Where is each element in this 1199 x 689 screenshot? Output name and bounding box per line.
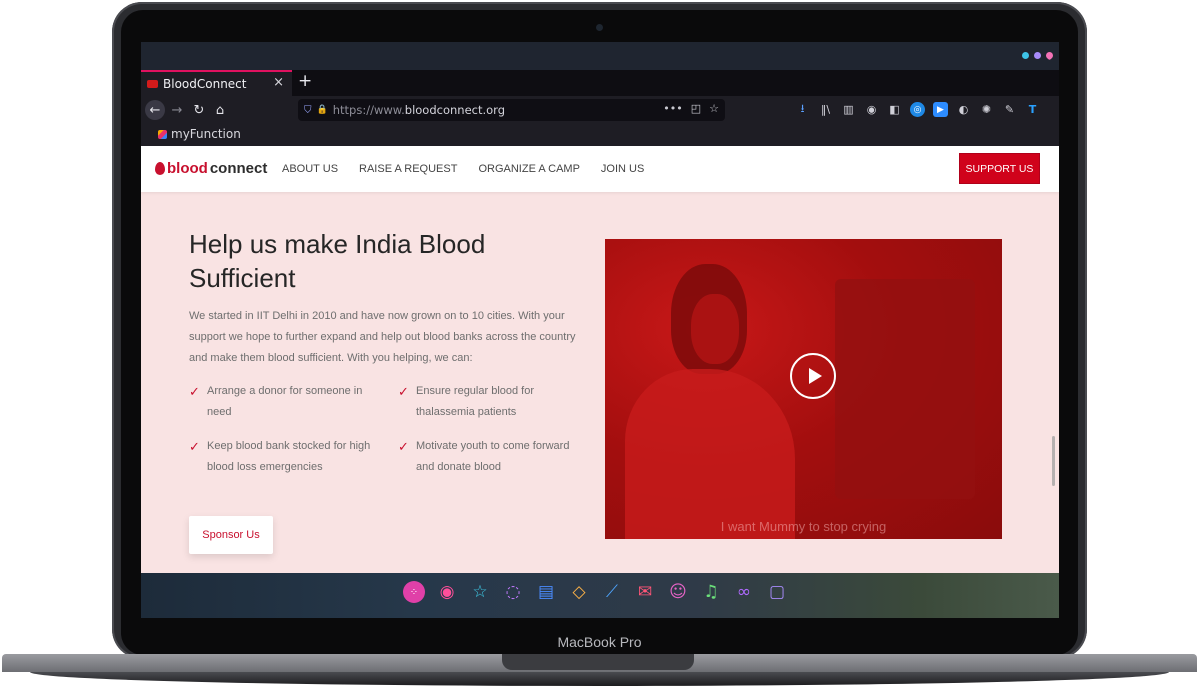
launcher-icon[interactable]: ⁘	[403, 581, 425, 603]
screen: BloodConnect × + ← → ↻ ⌂ ⛉ 🔒 https://www…	[141, 42, 1059, 618]
navigation-bar: ← → ↻ ⌂ ⛉ 🔒 https://www.bloodconnect.org…	[141, 96, 1059, 124]
bookmark-icon	[158, 129, 167, 139]
toolbar-icons: ⭳ ‖\ ▥ ◉ ◧ ◎ ▶ ◐ ✺ ✎ T ≡	[795, 102, 1059, 117]
library-icon[interactable]: ‖\	[818, 102, 833, 117]
extension-blue-icon[interactable]: ◎	[910, 102, 925, 117]
logo-part2: connect	[209, 160, 268, 177]
bookmark-label: myFunction	[171, 127, 241, 141]
feature-text: Keep blood bank stocked for high blood l…	[207, 440, 371, 473]
favicon-icon	[147, 80, 158, 88]
shield-icon[interactable]: ⛉	[304, 105, 312, 116]
addon-icon[interactable]: ✺	[979, 102, 994, 117]
chat-icon[interactable]: ◌	[502, 581, 524, 603]
check-icon: ✓	[189, 439, 200, 454]
website: blood connect ABOUT US RAISE A REQUEST OR…	[141, 146, 1059, 573]
sponsor-us-button[interactable]: Sponsor Us	[189, 516, 273, 554]
feature-text: Motivate youth to come forward and donat…	[416, 440, 570, 473]
zoom-icon[interactable]: ▶	[933, 102, 948, 117]
play-icon	[808, 368, 822, 384]
laptop: BloodConnect × + ← → ↻ ⌂ ⛉ 🔒 https://www…	[0, 0, 1199, 689]
dark-reader-icon[interactable]: ◐	[956, 102, 971, 117]
nav-link-join-us[interactable]: JOIN US	[601, 163, 644, 175]
feature-item: ✓ Arrange a donor for someone in need	[189, 381, 374, 423]
logo-part1: blood	[167, 160, 208, 177]
check-icon: ✓	[398, 439, 409, 454]
bookmark-myfunction[interactable]: myFunction	[158, 127, 241, 141]
url-text[interactable]: https://www.bloodconnect.org	[333, 103, 505, 117]
reload-button[interactable]: ↻	[189, 100, 209, 120]
page-actions-icon[interactable]: •••	[663, 102, 682, 115]
blood-drop-icon	[155, 162, 165, 175]
lock-icon[interactable]: 🔒	[317, 105, 328, 115]
new-tab-button[interactable]: +	[298, 71, 312, 91]
tab-close-icon[interactable]: ×	[273, 75, 284, 90]
feature-item: ✓ Keep blood bank stocked for high blood…	[189, 436, 379, 478]
tab-title: BloodConnect	[163, 77, 247, 91]
infinity-icon[interactable]: ∞	[733, 581, 755, 603]
device-label: MacBook Pro	[557, 634, 642, 650]
feature-text: Ensure regular blood for thalassemia pat…	[416, 385, 535, 418]
tab-bar: BloodConnect × +	[141, 70, 1059, 96]
laptop-base	[0, 654, 1199, 689]
video-caption: I want Mummy to stop crying	[720, 519, 887, 534]
notes-icon[interactable]: ▤	[535, 581, 557, 603]
base-notch	[502, 654, 694, 670]
feature-item: ✓ Motivate youth to come forward and don…	[398, 436, 583, 478]
feature-text: Arrange a donor for someone in need	[207, 385, 363, 418]
menu-icon[interactable]: ≡	[1056, 102, 1060, 117]
pencil-icon[interactable]: ✎	[1002, 102, 1017, 117]
forward-button[interactable]: →	[167, 100, 187, 120]
bookmarks-bar: myFunction	[141, 124, 1059, 146]
camera-icon	[596, 24, 603, 31]
video-bg-panel	[835, 279, 975, 499]
brush-icon[interactable]: ⟋	[601, 581, 623, 603]
window-icon[interactable]: ▢	[766, 581, 788, 603]
back-button[interactable]: ←	[145, 100, 165, 120]
indicator-heart[interactable]	[1044, 50, 1055, 61]
check-icon: ✓	[189, 384, 200, 399]
check-icon: ✓	[398, 384, 409, 399]
page-headline: Help us make India Blood Sufficient	[189, 229, 486, 293]
os-top-bar	[141, 42, 1059, 70]
firefox-icon[interactable]: ◉	[436, 581, 458, 603]
nav-link-organize-camp[interactable]: ORGANIZE A CAMP	[478, 163, 579, 175]
indicator-dot-cyan[interactable]	[1022, 52, 1029, 59]
account-icon[interactable]: ◉	[864, 102, 879, 117]
url-host: bloodconnect.org	[404, 103, 505, 117]
video-player[interactable]: I want Mummy to stop crying	[605, 239, 1002, 539]
download-icon[interactable]: ⭳	[795, 102, 810, 117]
pocket-icon[interactable]: ◰	[691, 102, 701, 115]
container-icon[interactable]: ◧	[887, 102, 902, 117]
os-indicators	[1022, 50, 1055, 61]
home-button[interactable]: ⌂	[210, 100, 230, 120]
music-icon[interactable]: ♫	[700, 581, 722, 603]
play-button[interactable]	[790, 353, 836, 399]
indicator-dot-purple[interactable]	[1034, 52, 1041, 59]
nav-link-raise-request[interactable]: RAISE A REQUEST	[359, 163, 457, 175]
tab-bloodconnect[interactable]: BloodConnect ×	[141, 70, 292, 96]
feature-item: ✓ Ensure regular blood for thalassemia p…	[398, 381, 558, 423]
url-scheme: https://www.	[332, 103, 405, 117]
url-actions: ••• ◰ ☆	[663, 102, 719, 115]
scrollbar-thumb[interactable]	[1052, 436, 1055, 486]
star-icon[interactable]: ☆	[469, 581, 491, 603]
nav-link-about-us[interactable]: ABOUT US	[282, 163, 338, 175]
sidebar-icon[interactable]: ▥	[841, 102, 856, 117]
base-bottom	[30, 672, 1169, 686]
bloodconnect-logo[interactable]: blood connect	[155, 160, 267, 177]
mail-icon[interactable]: ✉	[634, 581, 656, 603]
support-us-button[interactable]: SUPPORT US	[959, 153, 1040, 184]
dock-icons: ⁘ ◉ ☆ ◌ ▤ ◇ ⟋ ✉ ☺ ♫ ∞ ▢	[403, 581, 788, 603]
intro-paragraph: We started in IIT Delhi in 2010 and have…	[189, 310, 576, 364]
tag-icon[interactable]: ◇	[568, 581, 590, 603]
site-nav-links: ABOUT US RAISE A REQUEST ORGANIZE A CAMP…	[282, 163, 644, 175]
t-icon[interactable]: T	[1025, 102, 1040, 117]
video-figure-face	[691, 294, 739, 364]
video-figure-body	[625, 369, 795, 539]
site-header: blood connect ABOUT US RAISE A REQUEST OR…	[141, 146, 1059, 192]
url-bar[interactable]: ⛉ 🔒 https://www.bloodconnect.org ••• ◰ ☆	[298, 99, 725, 121]
ghost-icon[interactable]: ☺	[667, 581, 689, 603]
dock: ⁘ ◉ ☆ ◌ ▤ ◇ ⟋ ✉ ☺ ♫ ∞ ▢	[141, 573, 1059, 618]
bookmark-star-icon[interactable]: ☆	[709, 102, 719, 115]
